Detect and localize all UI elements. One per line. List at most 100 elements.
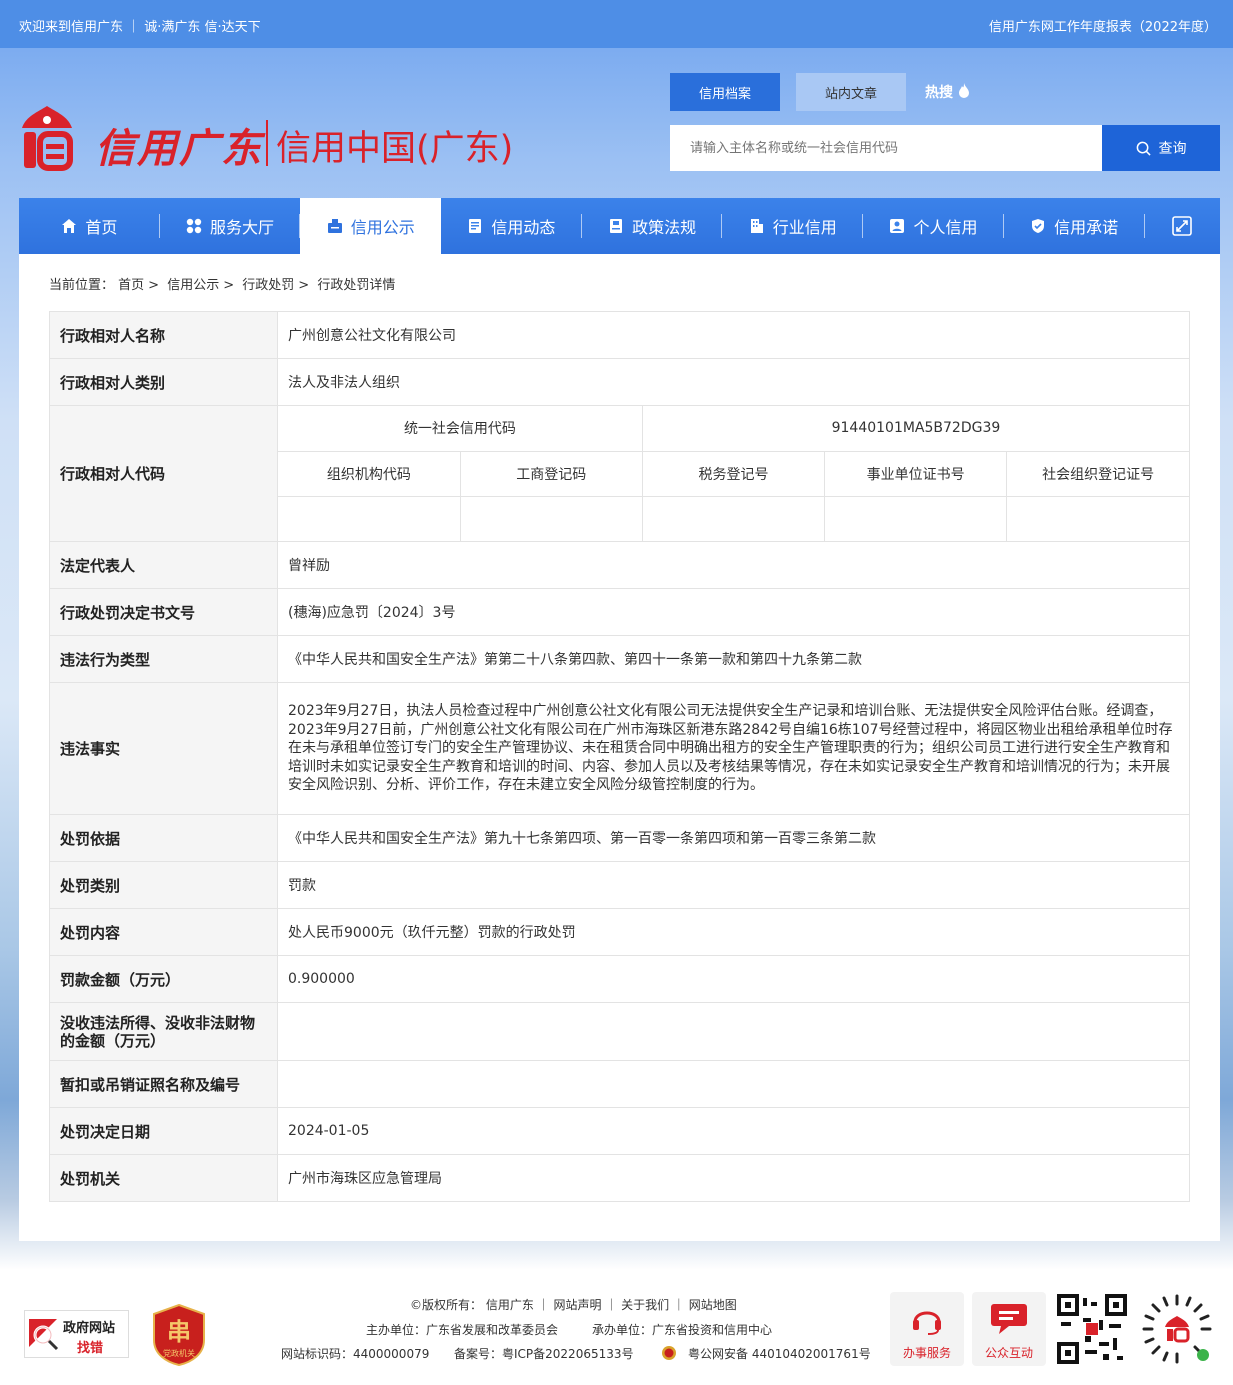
- content-panel: 当前位置： 首页 > 信用公示 > 行政处罚 > 行政处罚详情 行政相对人名称 广州创…: [19, 254, 1220, 1241]
- gov-site-error-badge[interactable]: 政府网站 找错: [24, 1310, 129, 1358]
- logo-subtitle[interactable]: 信用中国(广东): [276, 120, 513, 171]
- search-button[interactable]: 查询: [1102, 125, 1220, 171]
- gov-site-text: 政府网站: [63, 1321, 116, 1336]
- row-value: 《中华人民共和国安全生产法》第第二十八条第四款、第四十一条第一款和第四十九条第二…: [277, 635, 1190, 683]
- nav-label: 行业信用: [772, 218, 837, 237]
- row-value: 法人及非法人组织: [277, 358, 1190, 406]
- search-input[interactable]: [670, 125, 1102, 171]
- flame-icon: [958, 83, 969, 98]
- hot-search-link[interactable]: 热搜: [925, 82, 970, 102]
- nav-item-policy[interactable]: 政策法规: [582, 198, 723, 254]
- headset-icon: [913, 1311, 941, 1335]
- row-label: 罚款金额（万元）: [49, 955, 278, 1003]
- expand-icon: [1172, 216, 1192, 236]
- row-label: 行政相对人名称: [49, 311, 278, 359]
- tab-credit-archive[interactable]: 信用档案: [670, 73, 780, 111]
- footer-police[interactable]: 粤公网安备 44010402001761号: [688, 1345, 871, 1362]
- policy-icon: [610, 219, 623, 233]
- police-badge-icon: [662, 1346, 676, 1360]
- service-label: 办事服务: [902, 1346, 951, 1360]
- logo-icon[interactable]: [18, 104, 76, 174]
- nav-item-service-hall[interactable]: 服务大厅: [160, 198, 301, 254]
- footer-organizer: 承办单位：广东省投资和信用中心: [592, 1323, 773, 1337]
- code-value: [278, 495, 461, 541]
- breadcrumb-prefix: 当前位置：: [49, 278, 115, 293]
- welcome-text: 欢迎来到信用广东 ｜ 诚·满广东 信·达天下: [19, 20, 261, 35]
- table-row: 处罚类别 罚款: [49, 861, 1190, 909]
- row-label: 法定代表人: [49, 541, 278, 589]
- annual-report-link[interactable]: 信用广东网工作年度报表（2022年度）: [989, 16, 1217, 35]
- code-value: [824, 495, 1008, 541]
- nav-label: 信用动态: [491, 218, 556, 237]
- nav-item-industry-credit[interactable]: 行业信用: [722, 198, 864, 254]
- row-label: 处罚类别: [49, 861, 278, 909]
- party-badge-text: 党政机关: [163, 1348, 195, 1358]
- row-value: 广州市海珠区应急管理局: [277, 1154, 1190, 1202]
- row-value: [277, 1060, 1190, 1108]
- row-label: 行政相对人代码: [49, 405, 278, 542]
- news-icon: [469, 219, 482, 233]
- tab-site-articles[interactable]: 站内文章: [796, 73, 906, 111]
- table-row: 法定代表人 曾祥励: [49, 541, 1190, 589]
- code-value: [641, 495, 826, 541]
- row-value: (穗海)应急罚〔2024〕3号: [277, 588, 1190, 636]
- accessibility-button[interactable]: [1145, 198, 1220, 254]
- nav-item-credit-publicity[interactable]: 信用公示: [300, 198, 442, 254]
- row-value: 2023年9月27日，执法人员检查过程中广州创意公社文化有限公司无法提供安全生产…: [277, 682, 1190, 815]
- penalty-detail-table: 行政相对人名称 广州创意公社文化有限公司 行政相对人类别 法人及非法人组织 行政…: [49, 311, 1190, 1202]
- nav-item-credit-commitment[interactable]: 信用承诺: [1004, 198, 1145, 254]
- table-row: 行政处罚决定书文号 (穗海)应急罚〔2024〕3号: [49, 588, 1190, 636]
- nav-label: 政策法规: [632, 218, 697, 237]
- code-value: [1006, 495, 1189, 541]
- footer-icp[interactable]: 备案号：粤ICP备2022065133号: [454, 1345, 634, 1362]
- breadcrumb-home[interactable]: 首页: [118, 278, 144, 293]
- row-value: 曾祥励: [277, 541, 1190, 589]
- shield-icon: [1032, 219, 1045, 233]
- breadcrumb-penalty[interactable]: 行政处罚: [242, 278, 294, 293]
- service-button[interactable]: 办事服务: [890, 1292, 964, 1366]
- row-label: 违法行为类型: [49, 635, 278, 683]
- nav-label: 个人信用: [913, 218, 978, 237]
- row-label: 处罚依据: [49, 814, 278, 862]
- row-value: 处人民币9000元（玖仟元整）罚款的行政处罚: [277, 908, 1190, 956]
- grid-icon: [186, 218, 202, 234]
- row-label: 行政相对人类别: [49, 358, 278, 406]
- building-icon: [750, 219, 763, 233]
- row-label: 行政处罚决定书文号: [49, 588, 278, 636]
- code-header: 税务登记号: [641, 450, 826, 497]
- uscc-label: 统一社会信用代码: [278, 406, 643, 452]
- table-row: 处罚决定日期 2024-01-05: [49, 1107, 1190, 1155]
- row-value: 2024-01-05: [277, 1107, 1190, 1155]
- code-cell: 统一社会信用代码 91440101MA5B72DG39 组织机构代码 工商登记码…: [277, 405, 1190, 542]
- party-organ-badge[interactable]: 串 党政机关: [152, 1304, 206, 1366]
- row-value: 罚款: [277, 861, 1190, 909]
- interaction-label: 公众互动: [984, 1346, 1033, 1360]
- nav-label: 服务大厅: [210, 218, 275, 237]
- nav-item-home[interactable]: 首页: [19, 198, 160, 254]
- table-row: 处罚内容 处人民币9000元（玖仟元整）罚款的行政处罚: [49, 908, 1190, 956]
- breadcrumb-credit-publicity[interactable]: 信用公示: [167, 278, 219, 293]
- search-button-label: 查询: [1158, 141, 1187, 157]
- notice-icon: [327, 219, 342, 233]
- svg-text:串: 串: [167, 1317, 191, 1346]
- code-header: 工商登记码: [459, 450, 643, 497]
- nav-item-personal-credit[interactable]: 个人信用: [863, 198, 1004, 254]
- row-label: 处罚机关: [49, 1154, 278, 1202]
- table-row: 处罚机关 广州市海珠区应急管理局: [49, 1154, 1190, 1202]
- nav-item-credit-news[interactable]: 信用动态: [441, 198, 582, 254]
- footer-links[interactable]: ©版权所有： 信用广东 ｜ 网站声明 ｜ 关于我们 ｜ 网站地图: [410, 1296, 737, 1313]
- code-value: [459, 495, 643, 541]
- table-row: 罚款金额（万元） 0.900000: [49, 955, 1190, 1003]
- breadcrumb: 当前位置： 首页 > 信用公示 > 行政处罚 > 行政处罚详情: [49, 278, 396, 293]
- logo-divider: [266, 120, 268, 166]
- table-row: 暂扣或吊销证照名称及编号: [49, 1060, 1190, 1108]
- uscc-value: 91440101MA5B72DG39: [641, 406, 1189, 452]
- breadcrumb-current: 行政处罚详情: [317, 278, 396, 293]
- interaction-button[interactable]: 公众互动: [972, 1292, 1046, 1366]
- top-bar: 欢迎来到信用广东 ｜ 诚·满广东 信·达天下 信用广东网工作年度报表（2022年…: [0, 0, 1233, 48]
- code-header: 组织机构代码: [278, 450, 461, 497]
- table-row: 行政相对人代码 统一社会信用代码 91440101MA5B72DG39 组织机构…: [49, 405, 1190, 542]
- logo-name[interactable]: 信用广东: [95, 116, 263, 174]
- codes-table: 统一社会信用代码 91440101MA5B72DG39 组织机构代码 工商登记码…: [278, 406, 1189, 541]
- magnifier-icon: [29, 1319, 59, 1351]
